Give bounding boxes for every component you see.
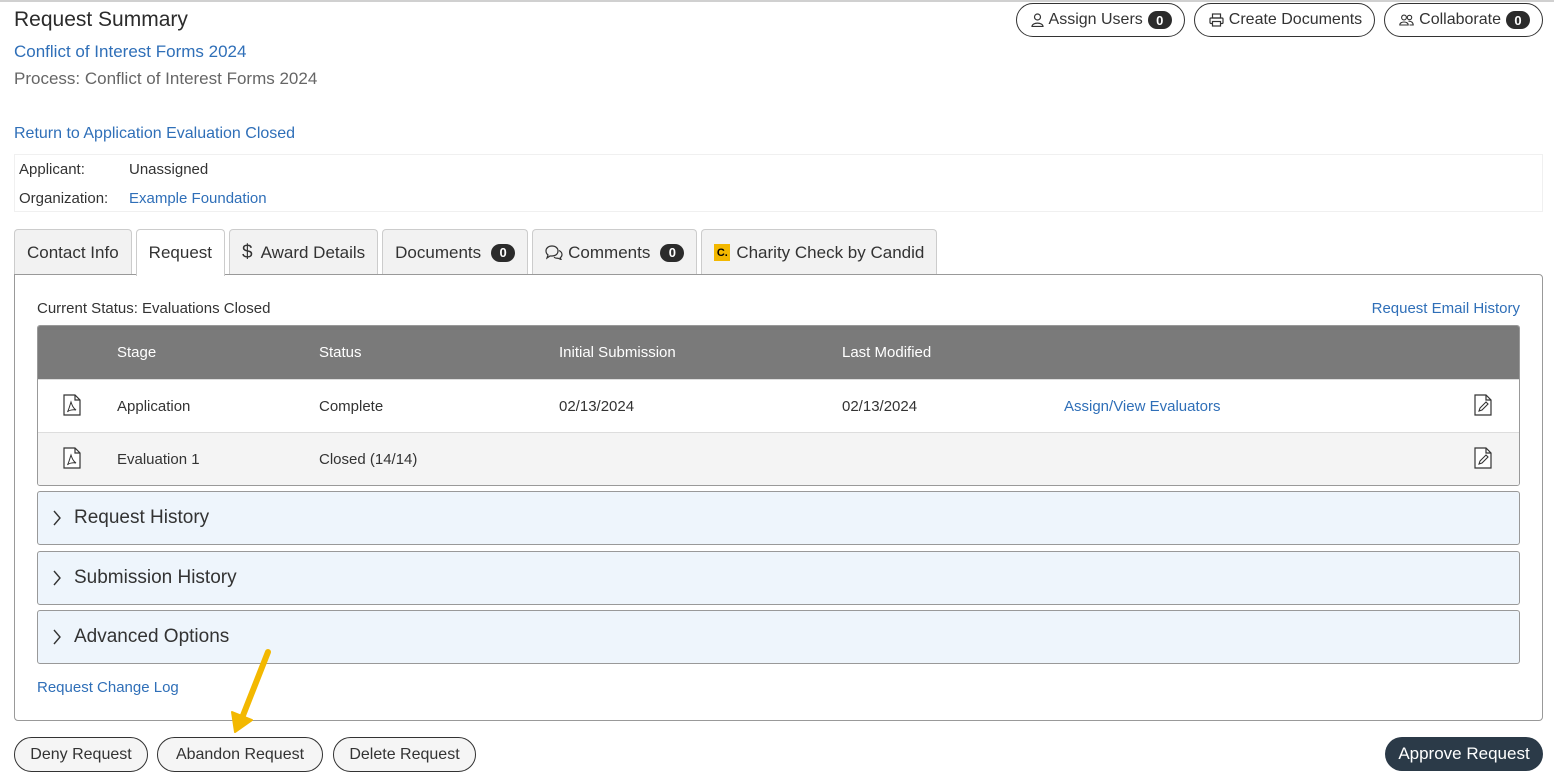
- dollar-icon: $: [242, 241, 253, 263]
- abandon-request-button[interactable]: Abandon Request: [157, 737, 323, 772]
- tab-label: Request: [148, 243, 212, 262]
- tab-bar: Contact Info Request $ Award Details Doc…: [14, 229, 938, 276]
- approve-request-button[interactable]: Approve Request: [1385, 737, 1543, 771]
- accordion-label: Advanced Options: [74, 626, 230, 647]
- accordion-label: Request History: [74, 507, 210, 528]
- applicant-label: Applicant:: [19, 161, 85, 178]
- assign-users-label: Assign Users: [1048, 11, 1143, 28]
- chevron-right-icon: [53, 570, 61, 586]
- tab-contact-info[interactable]: Contact Info: [14, 229, 132, 275]
- accordion-submission-history[interactable]: Submission History: [37, 551, 1520, 605]
- create-documents-button[interactable]: Create Documents: [1193, 3, 1376, 37]
- documents-count: 0: [491, 243, 516, 262]
- collaborate-label: Collaborate: [1419, 11, 1501, 28]
- pdf-icon[interactable]: [63, 394, 81, 416]
- tab-label: Award Details: [260, 242, 366, 262]
- deny-request-button[interactable]: Deny Request: [14, 737, 148, 772]
- tab-comments[interactable]: Comments 0: [532, 229, 698, 275]
- last-modified-date: 02/13/2024: [842, 398, 918, 415]
- tab-label: Documents: [395, 242, 482, 262]
- column-header-initial-submission: Initial Submission: [559, 344, 676, 361]
- table-row: Application Complete 02/13/2024 02/13/20…: [38, 379, 1519, 432]
- collaborate-count: 0: [1506, 11, 1530, 29]
- tab-request[interactable]: Request: [135, 229, 225, 276]
- page-title: Request Summary: [14, 8, 188, 31]
- assign-users-count: 0: [1147, 11, 1172, 29]
- header-buttons: Assign Users 0 Create Documents Collabor…: [1015, 3, 1543, 37]
- printer-icon: [1209, 13, 1224, 27]
- edit-document-icon[interactable]: [1474, 447, 1492, 469]
- delete-request-button[interactable]: Delete Request: [333, 737, 476, 772]
- stage-name: Application: [117, 398, 191, 415]
- users-icon: [1399, 14, 1414, 26]
- chevron-right-icon: [53, 629, 61, 645]
- table-header: Stage Status Initial Submission Last Mod…: [38, 326, 1519, 379]
- pdf-icon[interactable]: [63, 447, 81, 469]
- organization-label: Organization:: [19, 190, 109, 207]
- accordion-label: Submission History: [74, 567, 237, 588]
- applicant-row: Applicant: Unassigned: [19, 161, 208, 178]
- tab-label: Charity Check by Candid: [736, 242, 925, 262]
- current-status: Current Status: Evaluations Closed: [37, 300, 271, 317]
- process-link[interactable]: Conflict of Interest Forms 2024: [14, 42, 246, 62]
- create-documents-label: Create Documents: [1228, 11, 1363, 28]
- stages-table: Stage Status Initial Submission Last Mod…: [37, 325, 1520, 486]
- candid-logo-icon: C.: [714, 244, 731, 261]
- chevron-right-icon: [53, 510, 61, 526]
- comments-count: 0: [660, 243, 685, 262]
- applicant-info: Applicant: Unassigned Organization: Exampl…: [14, 154, 1543, 212]
- comments-icon: [545, 245, 563, 260]
- accordion-request-history[interactable]: Request History: [37, 491, 1520, 545]
- column-header-stage: Stage: [117, 344, 157, 361]
- stage-name: Evaluation 1: [117, 451, 200, 468]
- annotation-arrow-icon: [231, 649, 271, 733]
- request-change-log-link[interactable]: Request Change Log: [37, 679, 179, 696]
- assign-users-button[interactable]: Assign Users 0: [1015, 3, 1185, 37]
- process-label: Process: Conflict of Interest Forms 2024: [14, 69, 318, 88]
- stage-status: Complete: [319, 398, 384, 415]
- top-divider: [0, 0, 1554, 2]
- tab-documents[interactable]: Documents 0: [382, 229, 529, 275]
- user-icon: [1030, 13, 1044, 27]
- column-header-last-modified: Last Modified: [842, 344, 932, 361]
- tab-label: Comments: [568, 242, 651, 262]
- organization-row: Organization: Example Foundation: [19, 190, 267, 207]
- edit-document-icon[interactable]: [1474, 394, 1492, 416]
- request-email-history-link[interactable]: Request Email History: [1372, 300, 1520, 317]
- assign-view-evaluators-link[interactable]: Assign/View Evaluators: [1064, 398, 1220, 415]
- initial-submission-date: 02/13/2024: [559, 398, 635, 415]
- collaborate-button[interactable]: Collaborate 0: [1384, 3, 1543, 37]
- return-link[interactable]: Return to Application Evaluation Closed: [14, 125, 295, 143]
- table-row: Evaluation 1 Closed (14/14): [38, 432, 1519, 485]
- stage-status: Closed (14/14): [319, 451, 418, 468]
- tab-label: Contact Info: [27, 242, 119, 262]
- column-header-status: Status: [319, 344, 362, 361]
- tab-award-details[interactable]: $ Award Details: [229, 229, 379, 275]
- applicant-value: Unassigned: [129, 161, 209, 178]
- organization-link[interactable]: Example Foundation: [129, 190, 267, 207]
- tab-charity-check[interactable]: C. Charity Check by Candid: [701, 229, 938, 275]
